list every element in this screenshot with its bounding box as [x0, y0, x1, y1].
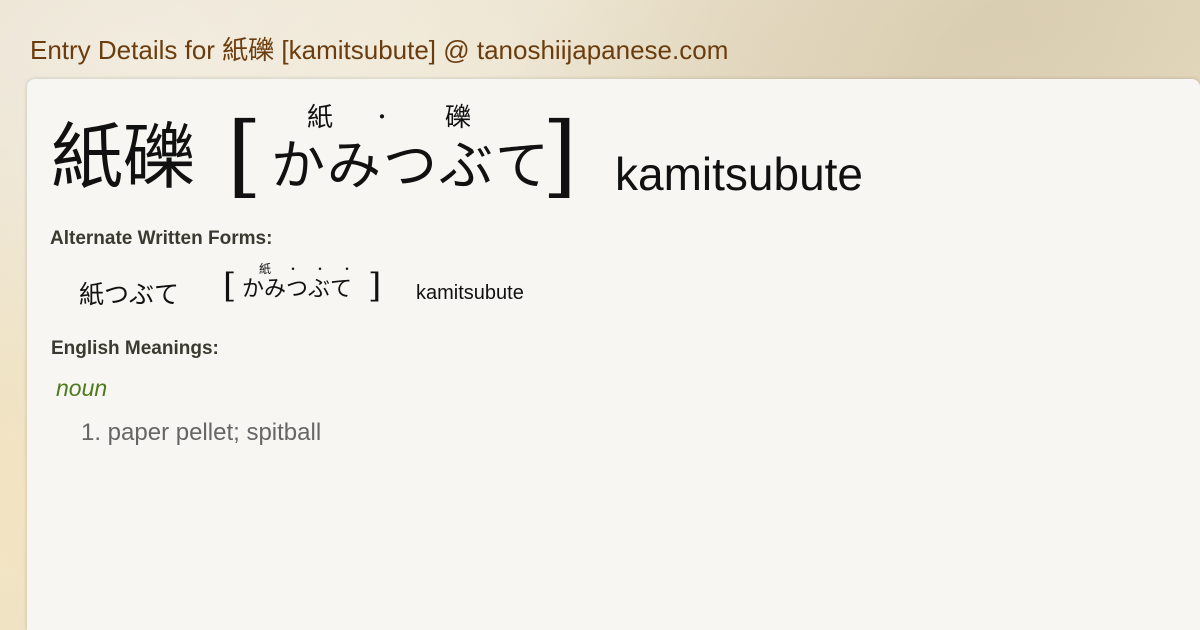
alternate-furigana-dot: ・ [287, 262, 300, 276]
part-of-speech: noun [56, 375, 108, 401]
alternate-furigana-dot: ・ [341, 262, 354, 276]
alternate-furigana-dot: ・ [314, 262, 327, 276]
alternate-forms-label: Alternate Written Forms: [50, 228, 273, 249]
entry-card: 紙礫 [ 紙 ・ 礫 かみつぶて ] kamitsubute Alternate… [27, 79, 1200, 630]
alternate-form-kana: かみつぶて [242, 277, 353, 302]
furigana-tsubute: 礫 [445, 103, 472, 133]
furigana-separator: ・ [372, 105, 392, 129]
meaning-item: 1. paper pellet; spitball [81, 419, 322, 446]
entry-kana-reading: かみつぶて [271, 134, 551, 197]
alternate-bracket-close: ] [368, 266, 382, 306]
reading-bracket-open: [ [227, 103, 263, 208]
furigana-kami: 紙 [307, 103, 334, 133]
entry-kanji: 紙礫 [51, 115, 196, 199]
page-title: Entry Details for 紙礫 [kamitsubute] @ tan… [30, 35, 729, 65]
alternate-form-romaji: kamitsubute [416, 282, 524, 304]
entry-romaji: kamitsubute [615, 148, 864, 200]
english-meanings-label: English Meanings: [51, 338, 219, 359]
alternate-bracket-open: [ [223, 266, 237, 306]
reading-bracket-close: ] [542, 103, 578, 208]
alternate-form-kanji: 紙つぶて [79, 280, 180, 309]
alternate-furigana-kami: 紙 [259, 262, 272, 276]
